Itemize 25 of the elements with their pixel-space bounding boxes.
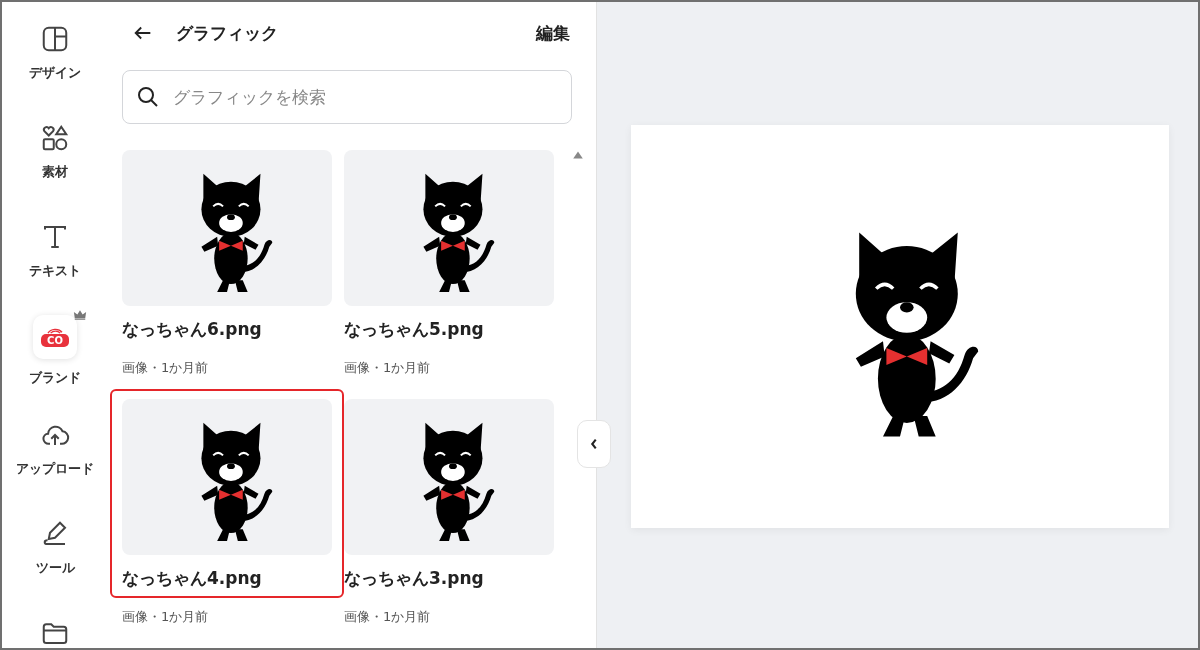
search-field[interactable]: グラフィックを検索 bbox=[122, 70, 572, 124]
file-meta: 画像・1か月前 bbox=[344, 359, 432, 377]
sidebar-label[interactable]: デザイン bbox=[29, 64, 81, 82]
file-name: なっちゃん6.png bbox=[122, 318, 263, 341]
file-name: なっちゃん5.png bbox=[344, 318, 485, 341]
sidebar-label[interactable]: アップロード bbox=[16, 460, 94, 478]
chevron-left-icon bbox=[589, 437, 599, 451]
crown-icon bbox=[73, 309, 87, 320]
file-name: なっちゃん3.png bbox=[344, 567, 485, 590]
scroll-up-icon[interactable] bbox=[572, 150, 584, 160]
file-name: なっちゃん4.png bbox=[122, 567, 263, 590]
panel-title: グラフィック bbox=[176, 21, 279, 45]
file-meta: 画像・1か月前 bbox=[344, 608, 432, 626]
sidebar-label[interactable]: テキスト bbox=[29, 262, 81, 280]
edit-link[interactable]: 編集 bbox=[536, 21, 570, 45]
search-icon bbox=[136, 85, 160, 109]
shapes-icon[interactable] bbox=[40, 123, 70, 153]
file-meta: 画像・1か月前 bbox=[122, 359, 210, 377]
layout-icon[interactable] bbox=[40, 24, 70, 54]
brand-logo[interactable]: CO bbox=[33, 315, 77, 359]
graphic-card[interactable]: なっちゃん4.png bbox=[110, 389, 344, 598]
sidebar-label[interactable]: ツール bbox=[35, 559, 75, 577]
sidebar-label[interactable]: 素材 bbox=[42, 163, 68, 181]
file-meta: 画像・1か月前 bbox=[122, 608, 210, 626]
sidebar-label[interactable]: ブランド bbox=[29, 369, 81, 387]
